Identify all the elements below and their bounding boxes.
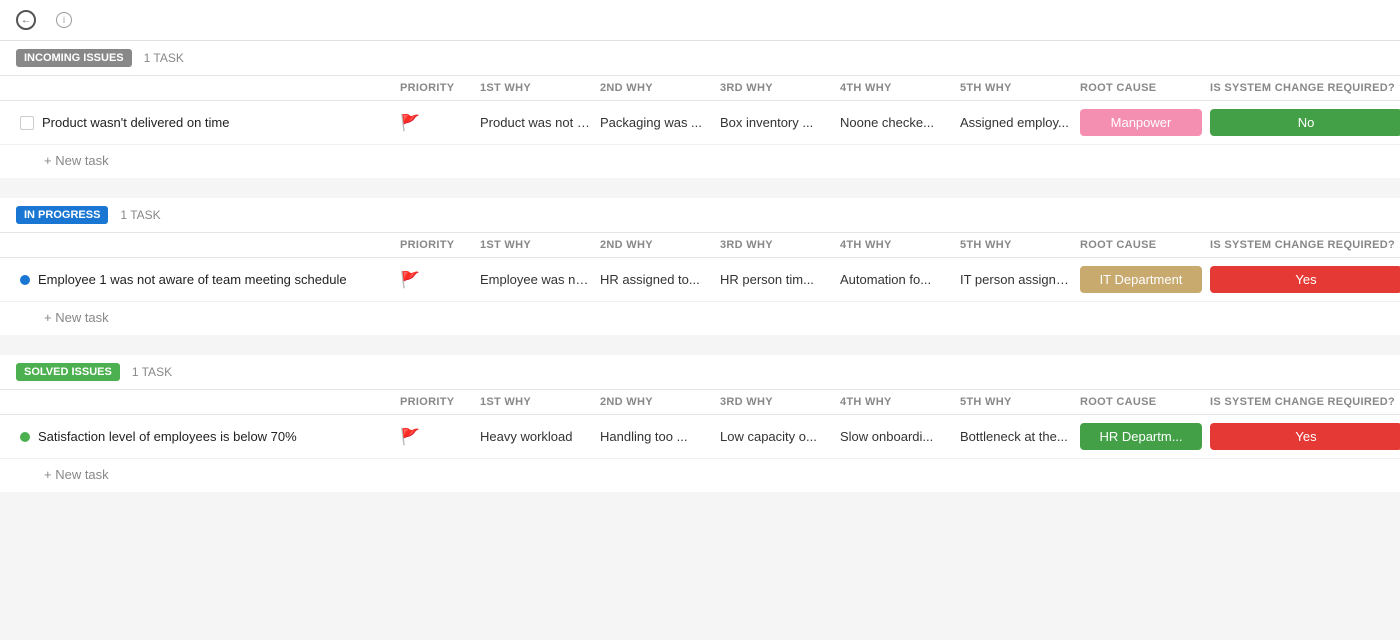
- why5-cell[interactable]: IT person assigne...: [956, 272, 1076, 287]
- col-task: [16, 396, 396, 408]
- col-priority: PRIORITY: [396, 82, 476, 94]
- section-header-inprogress: IN PROGRESS 1 TASK: [0, 198, 1400, 233]
- priority-cell: 🚩: [396, 270, 476, 290]
- why1-cell[interactable]: Heavy workload: [476, 429, 596, 444]
- section-badge-incoming: INCOMING ISSUES: [16, 49, 132, 67]
- section-incoming: INCOMING ISSUES 1 TASK PRIORITY 1ST WHY …: [0, 41, 1400, 178]
- col-system-change: IS SYSTEM CHANGE REQUIRED?: [1206, 239, 1400, 251]
- col-priority: PRIORITY: [396, 239, 476, 251]
- table-row: Satisfaction level of employees is below…: [0, 415, 1400, 459]
- section-spacer: [0, 186, 1400, 198]
- why3-cell[interactable]: Box inventory ...: [716, 115, 836, 130]
- col-why3: 3RD WHY: [716, 396, 836, 408]
- col-why2: 2ND WHY: [596, 82, 716, 94]
- column-header-row: PRIORITY 1ST WHY 2ND WHY 3RD WHY 4TH WHY…: [0, 390, 1400, 415]
- task-name-cell: Satisfaction level of employees is below…: [16, 429, 396, 444]
- main-content: INCOMING ISSUES 1 TASK PRIORITY 1ST WHY …: [0, 41, 1400, 492]
- system-change-badge[interactable]: Yes: [1210, 423, 1400, 450]
- priority-flag-icon[interactable]: 🚩: [400, 429, 420, 446]
- col-priority: PRIORITY: [396, 396, 476, 408]
- col-root-cause: ROOT CAUSE: [1076, 239, 1206, 251]
- col-why1: 1ST WHY: [476, 82, 596, 94]
- why5-cell[interactable]: Assigned employ...: [956, 115, 1076, 130]
- why2-cell[interactable]: Handling too ...: [596, 429, 716, 444]
- col-why2: 2ND WHY: [596, 396, 716, 408]
- section-header-solved: SOLVED ISSUES 1 TASK: [0, 355, 1400, 390]
- root-cause-cell[interactable]: IT Department: [1076, 266, 1206, 293]
- section-task-count-inprogress: 1 TASK: [120, 208, 160, 222]
- why1-cell[interactable]: Product was not rea...: [476, 115, 596, 130]
- task-name-cell: Employee 1 was not aware of team meeting…: [16, 272, 396, 287]
- priority-flag-icon[interactable]: 🚩: [400, 115, 420, 132]
- page-header: ← i: [0, 0, 1400, 41]
- table-row: Employee 1 was not aware of team meeting…: [0, 258, 1400, 302]
- system-change-badge[interactable]: Yes: [1210, 266, 1400, 293]
- col-why4: 4TH WHY: [836, 396, 956, 408]
- col-why3: 3RD WHY: [716, 82, 836, 94]
- why4-cell[interactable]: Slow onboardi...: [836, 429, 956, 444]
- new-task-header-button[interactable]: [82, 16, 98, 24]
- col-why5: 5TH WHY: [956, 396, 1076, 408]
- col-task: [16, 82, 396, 94]
- col-system-change: IS SYSTEM CHANGE REQUIRED?: [1206, 82, 1400, 94]
- task-color-dot: [20, 275, 30, 285]
- root-cause-cell[interactable]: HR Departm...: [1076, 423, 1206, 450]
- column-header-row: PRIORITY 1ST WHY 2ND WHY 3RD WHY 4TH WHY…: [0, 76, 1400, 101]
- task-color-dot: [20, 432, 30, 442]
- col-why5: 5TH WHY: [956, 82, 1076, 94]
- priority-cell: 🚩: [396, 427, 476, 447]
- task-name-cell: Product wasn't delivered on time: [16, 115, 396, 130]
- col-why3: 3RD WHY: [716, 239, 836, 251]
- why4-cell[interactable]: Noone checke...: [836, 115, 956, 130]
- root-cause-badge[interactable]: Manpower: [1080, 109, 1202, 136]
- column-header-row: PRIORITY 1ST WHY 2ND WHY 3RD WHY 4TH WHY…: [0, 233, 1400, 258]
- why3-cell[interactable]: HR person tim...: [716, 272, 836, 287]
- root-cause-badge[interactable]: IT Department: [1080, 266, 1202, 293]
- task-name[interactable]: Product wasn't delivered on time: [42, 115, 229, 130]
- col-why1: 1ST WHY: [476, 396, 596, 408]
- col-why2: 2ND WHY: [596, 239, 716, 251]
- system-change-badge[interactable]: No: [1210, 109, 1400, 136]
- priority-cell: 🚩: [396, 113, 476, 133]
- new-task-row-solved[interactable]: + New task: [0, 459, 1400, 492]
- task-name[interactable]: Employee 1 was not aware of team meeting…: [38, 272, 347, 287]
- section-badge-inprogress: IN PROGRESS: [16, 206, 108, 224]
- why5-cell[interactable]: Bottleneck at the...: [956, 429, 1076, 444]
- system-change-cell[interactable]: Yes: [1206, 266, 1400, 293]
- section-inprogress: IN PROGRESS 1 TASK PRIORITY 1ST WHY 2ND …: [0, 198, 1400, 335]
- why2-cell[interactable]: HR assigned to...: [596, 272, 716, 287]
- why3-cell[interactable]: Low capacity o...: [716, 429, 836, 444]
- section-task-count-incoming: 1 TASK: [144, 51, 184, 65]
- root-cause-badge[interactable]: HR Departm...: [1080, 423, 1202, 450]
- new-task-row-incoming[interactable]: + New task: [0, 145, 1400, 178]
- section-solved: SOLVED ISSUES 1 TASK PRIORITY 1ST WHY 2N…: [0, 355, 1400, 492]
- col-why1: 1ST WHY: [476, 239, 596, 251]
- priority-flag-icon[interactable]: 🚩: [400, 272, 420, 289]
- table-row: Product wasn't delivered on time 🚩 Produ…: [0, 101, 1400, 145]
- system-change-cell[interactable]: No: [1206, 109, 1400, 136]
- col-root-cause: ROOT CAUSE: [1076, 396, 1206, 408]
- new-task-row-inprogress[interactable]: + New task: [0, 302, 1400, 335]
- col-system-change: IS SYSTEM CHANGE REQUIRED?: [1206, 396, 1400, 408]
- system-change-cell[interactable]: Yes: [1206, 423, 1400, 450]
- root-cause-cell[interactable]: Manpower: [1076, 109, 1206, 136]
- task-name[interactable]: Satisfaction level of employees is below…: [38, 429, 297, 444]
- section-spacer: [0, 343, 1400, 355]
- why4-cell[interactable]: Automation fo...: [836, 272, 956, 287]
- col-task: [16, 239, 396, 251]
- task-checkbox[interactable]: [20, 116, 34, 130]
- section-badge-solved: SOLVED ISSUES: [16, 363, 120, 381]
- back-icon[interactable]: ←: [16, 10, 36, 30]
- col-why5: 5TH WHY: [956, 239, 1076, 251]
- col-why4: 4TH WHY: [836, 239, 956, 251]
- section-task-count-solved: 1 TASK: [132, 365, 172, 379]
- col-why4: 4TH WHY: [836, 82, 956, 94]
- section-header-incoming: INCOMING ISSUES 1 TASK: [0, 41, 1400, 76]
- col-root-cause: ROOT CAUSE: [1076, 82, 1206, 94]
- info-icon[interactable]: i: [56, 12, 72, 28]
- why2-cell[interactable]: Packaging was ...: [596, 115, 716, 130]
- why1-cell[interactable]: Employee was not b...: [476, 272, 596, 287]
